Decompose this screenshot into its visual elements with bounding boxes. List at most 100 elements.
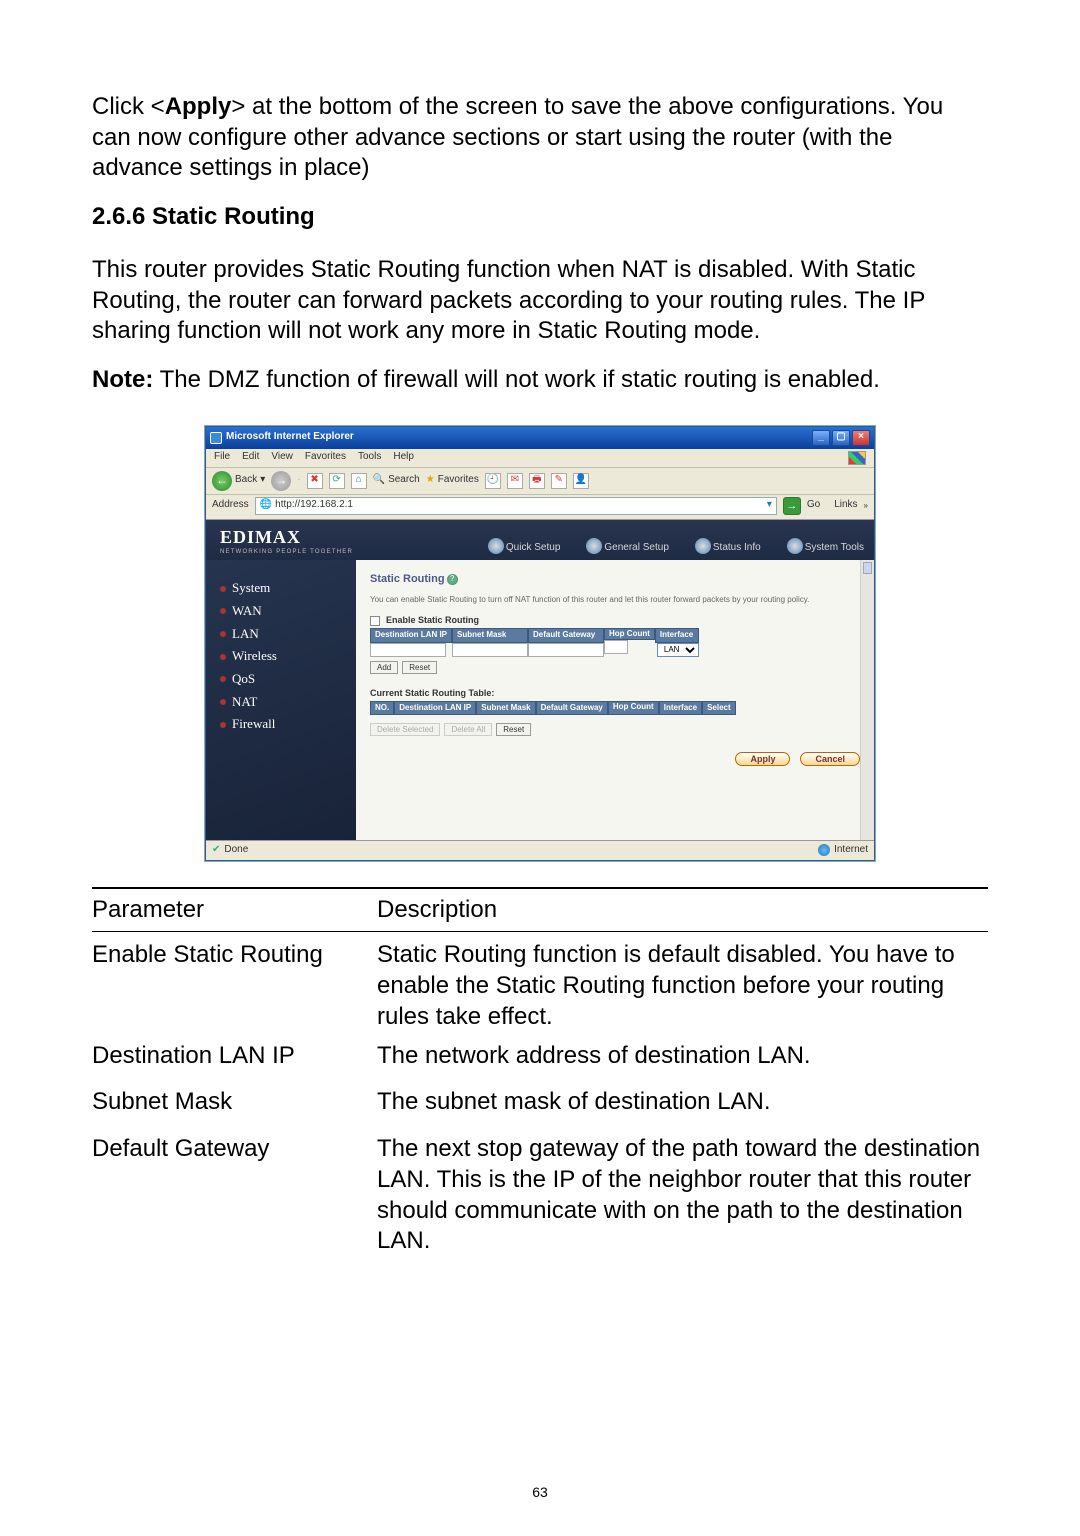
menu-view[interactable]: View bbox=[271, 451, 293, 465]
menu-favorites[interactable]: Favorites bbox=[305, 451, 346, 465]
nav-quick-setup[interactable]: Quick Setup bbox=[488, 542, 560, 555]
intro-apply-word: Apply bbox=[165, 93, 232, 120]
ptable-desc: The subnet mask of destination LAN. bbox=[377, 1087, 988, 1118]
ie-window: Microsoft Internet Explorer _ ▢ × File E… bbox=[205, 426, 875, 861]
mail-icon[interactable]: ✉ bbox=[507, 473, 523, 489]
back-label: Back bbox=[235, 474, 257, 487]
section-text: This router provides Static Routing func… bbox=[92, 255, 988, 347]
home-icon[interactable]: ⌂ bbox=[351, 473, 367, 489]
sidebar-item-label: NAT bbox=[232, 694, 257, 711]
search-button[interactable]: 🔍Search bbox=[373, 474, 420, 487]
col2-hop: Hop Count bbox=[608, 701, 659, 715]
page-body: EDIMAX NETWORKING PEOPLE TOGETHER Quick … bbox=[206, 520, 874, 840]
throbber-icon bbox=[848, 451, 866, 465]
close-button[interactable]: × bbox=[852, 430, 870, 446]
ptable-header-description: Description bbox=[377, 895, 988, 926]
address-label: Address bbox=[212, 499, 249, 512]
note-label: Note: bbox=[92, 366, 153, 393]
internet-zone-icon bbox=[818, 844, 830, 856]
content-title: Static Routing bbox=[370, 572, 445, 586]
status-done: Done bbox=[224, 844, 248, 857]
ptable-param: Enable Static Routing bbox=[92, 940, 377, 971]
go-button[interactable]: → bbox=[783, 497, 801, 515]
enable-static-routing-checkbox[interactable] bbox=[370, 616, 380, 626]
top-nav: Quick Setup General Setup Status Info Sy… bbox=[488, 542, 864, 557]
sidebar-item-system[interactable]: System bbox=[220, 580, 356, 597]
links-label[interactable]: Links bbox=[834, 499, 857, 512]
col-interface: Interface bbox=[655, 628, 699, 642]
favorites-button[interactable]: ★Favorites bbox=[426, 474, 479, 487]
current-table-title: Current Static Routing Table: bbox=[370, 688, 860, 700]
address-input[interactable]: 🌐 http://192.168.2.1 ▾ bbox=[255, 497, 777, 515]
sidebar-item-label: Firewall bbox=[232, 716, 275, 733]
sidebar-item-label: QoS bbox=[232, 671, 255, 688]
sidebar-item-label: System bbox=[232, 580, 270, 597]
sidebar-item-firewall[interactable]: Firewall bbox=[220, 716, 356, 733]
minimize-button[interactable]: _ bbox=[812, 430, 830, 446]
col2-no: NO. bbox=[370, 701, 394, 715]
sidebar-item-wan[interactable]: WAN bbox=[220, 603, 356, 620]
brand-logo: EDIMAX bbox=[220, 526, 353, 549]
col2-subnet: Subnet Mask bbox=[476, 701, 535, 715]
address-bar: Address 🌐 http://192.168.2.1 ▾ → Go Link… bbox=[206, 495, 874, 520]
window-title: Microsoft Internet Explorer bbox=[226, 431, 354, 444]
sidebar-item-label: WAN bbox=[232, 603, 262, 620]
menu-help[interactable]: Help bbox=[393, 451, 414, 465]
input-table: Destination LAN IP Subnet Mask Default G… bbox=[370, 628, 860, 656]
help-icon[interactable]: ? bbox=[447, 574, 458, 585]
ptable-desc: The next stop gateway of the path toward… bbox=[377, 1134, 988, 1257]
sidebar-item-nat[interactable]: NAT bbox=[220, 694, 356, 711]
nav-general-setup[interactable]: General Setup bbox=[586, 542, 669, 555]
note-text: The DMZ function of firewall will not wo… bbox=[153, 366, 880, 393]
menu-file[interactable]: File bbox=[214, 451, 230, 465]
reset-button-1[interactable]: Reset bbox=[402, 661, 437, 674]
intro-paragraph: Click <Apply> at the bottom of the scree… bbox=[92, 92, 988, 184]
window-titlebar: Microsoft Internet Explorer _ ▢ × bbox=[206, 427, 874, 449]
gateway-input[interactable] bbox=[528, 643, 604, 657]
toolbar: ←Back ▾ → · ✖ ⟳ ⌂ 🔍Search ★Favorites 🕘 ✉… bbox=[206, 468, 874, 495]
print-icon[interactable]: 🖶 bbox=[529, 473, 545, 489]
maximize-button[interactable]: ▢ bbox=[832, 430, 850, 446]
go-label: Go bbox=[807, 499, 820, 512]
col-dest-ip: Destination LAN IP bbox=[370, 628, 452, 642]
sidebar-item-wireless[interactable]: Wireless bbox=[220, 648, 356, 665]
sidebar-item-qos[interactable]: QoS bbox=[220, 671, 356, 688]
address-value: http://192.168.2.1 bbox=[275, 499, 353, 512]
scrollbar[interactable] bbox=[860, 560, 874, 839]
back-button[interactable]: ←Back ▾ bbox=[212, 471, 265, 491]
brand-tagline: NETWORKING PEOPLE TOGETHER bbox=[220, 549, 353, 557]
col-gateway: Default Gateway bbox=[528, 628, 604, 642]
cancel-button[interactable]: Cancel bbox=[800, 752, 860, 766]
hop-input[interactable] bbox=[604, 640, 628, 654]
page-number: 63 bbox=[0, 1484, 1080, 1502]
dest-ip-input[interactable] bbox=[370, 643, 446, 657]
col2-select: Select bbox=[702, 701, 736, 715]
add-button[interactable]: Add bbox=[370, 661, 398, 674]
content-pane: Static Routing ? You can enable Static R… bbox=[356, 560, 874, 839]
current-table: NO. Destination LAN IP Subnet Mask Defau… bbox=[370, 701, 860, 715]
menu-edit[interactable]: Edit bbox=[242, 451, 259, 465]
search-label: Search bbox=[388, 474, 420, 487]
edit-icon[interactable]: ✎ bbox=[551, 473, 567, 489]
col-subnet: Subnet Mask bbox=[452, 628, 528, 642]
messenger-icon[interactable]: 👤 bbox=[573, 473, 589, 489]
reset-button-2[interactable]: Reset bbox=[496, 723, 531, 736]
sidebar-item-lan[interactable]: LAN bbox=[220, 626, 356, 643]
apply-button[interactable]: Apply bbox=[735, 752, 790, 766]
delete-selected-button[interactable]: Delete Selected bbox=[370, 723, 440, 736]
subnet-input[interactable] bbox=[452, 643, 528, 657]
interface-select[interactable]: LAN bbox=[657, 643, 699, 657]
nav-system-tools[interactable]: System Tools bbox=[787, 542, 864, 555]
history-icon[interactable]: 🕘 bbox=[485, 473, 501, 489]
stop-icon[interactable]: ✖ bbox=[307, 473, 323, 489]
sidebar-item-label: Wireless bbox=[232, 648, 277, 665]
forward-button[interactable]: → bbox=[271, 471, 291, 491]
ptable-desc: The network address of destination LAN. bbox=[377, 1041, 988, 1072]
intro-pre: Click < bbox=[92, 93, 165, 120]
nav-status-info[interactable]: Status Info bbox=[695, 542, 761, 555]
scrollbar-thumb[interactable] bbox=[863, 562, 872, 574]
ptable-param: Subnet Mask bbox=[92, 1087, 377, 1118]
delete-all-button[interactable]: Delete All bbox=[444, 723, 492, 736]
menu-tools[interactable]: Tools bbox=[358, 451, 381, 465]
refresh-icon[interactable]: ⟳ bbox=[329, 473, 345, 489]
